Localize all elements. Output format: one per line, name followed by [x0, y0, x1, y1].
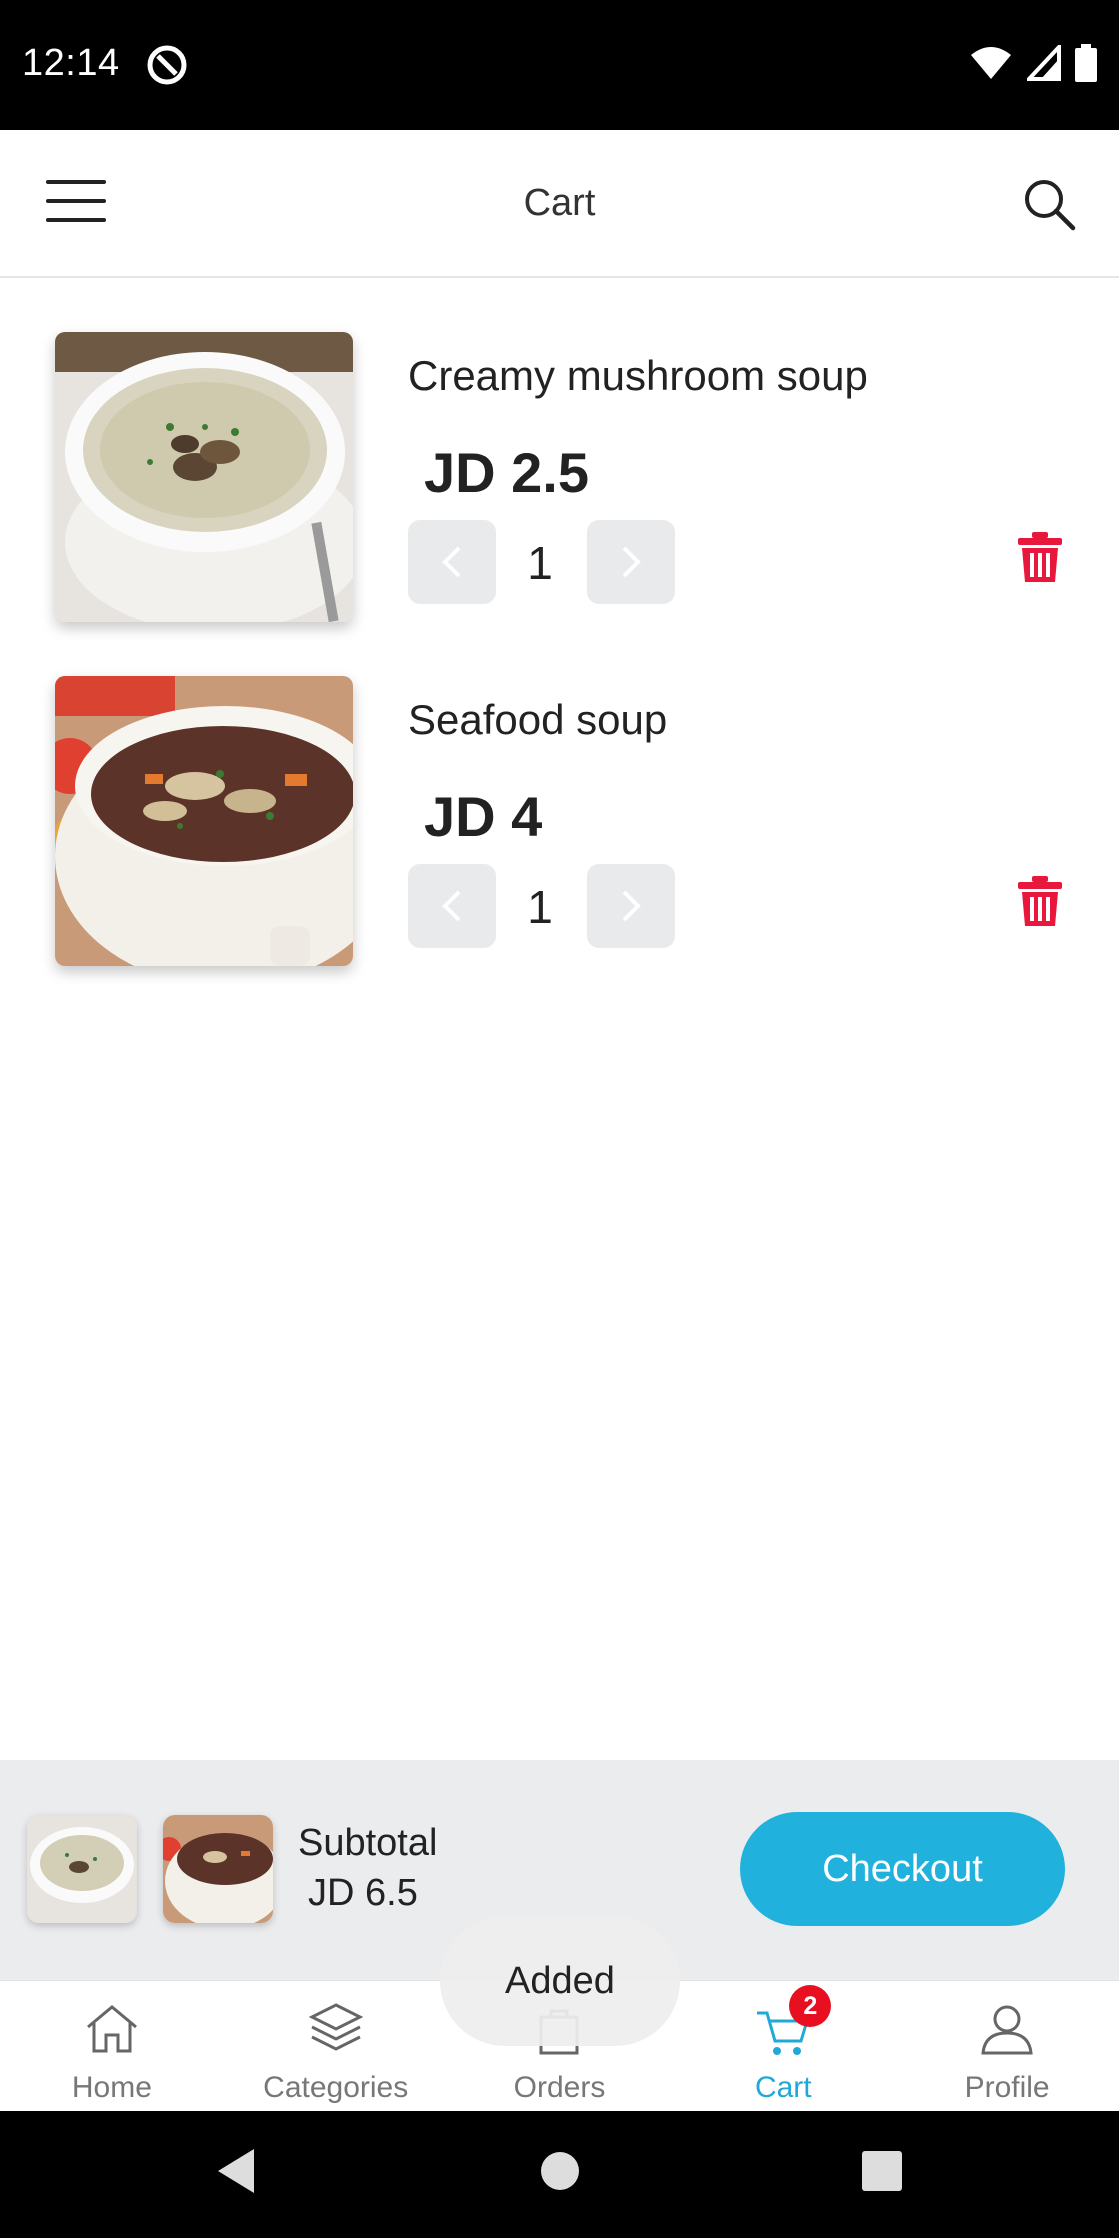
increase-quantity-button[interactable]	[587, 864, 675, 948]
chevron-right-icon	[622, 546, 641, 578]
item-name: Seafood soup	[408, 696, 668, 743]
status-bar: 12:14	[0, 0, 1119, 130]
item-price: JD 4	[424, 785, 543, 848]
at-sign-icon	[147, 45, 187, 85]
chevron-left-icon	[442, 546, 461, 578]
seafood-soup-image	[55, 676, 353, 966]
status-icons	[969, 44, 1097, 82]
home-icon	[86, 2005, 137, 2053]
quantity-value: 1	[527, 881, 553, 933]
nav-item-cart[interactable]: 2 Cart	[671, 1981, 895, 2111]
delete-item-button[interactable]	[1010, 528, 1070, 588]
decrease-quantity-button[interactable]	[408, 520, 496, 604]
nav-label: Cart	[754, 2071, 812, 2104]
subtotal-value: JD 6.5	[308, 1872, 418, 1914]
trash-icon	[1018, 532, 1062, 582]
status-time: 12:14	[22, 42, 120, 84]
home-system-button[interactable]	[530, 2141, 590, 2201]
quantity-value: 1	[527, 537, 553, 589]
search-icon[interactable]	[1021, 176, 1077, 232]
chevron-right-icon	[622, 890, 641, 922]
recents-button[interactable]	[852, 2141, 912, 2201]
item-price: JD 2.5	[424, 441, 589, 504]
chevron-left-icon	[442, 890, 461, 922]
user-icon	[981, 2005, 1033, 2055]
delete-item-button[interactable]	[1010, 872, 1070, 932]
nav-item-home[interactable]: Home	[0, 1981, 224, 2111]
back-button[interactable]	[206, 2141, 266, 2201]
nav-label: Categories	[263, 2071, 409, 2104]
item-name: Creamy mushroom soup	[408, 352, 868, 399]
cart-count-badge: 2	[789, 1985, 832, 2027]
checkout-button[interactable]: Checkout	[740, 1812, 1065, 1926]
page-title: Cart	[523, 182, 596, 224]
top-app-bar: Cart	[0, 130, 1119, 278]
recents-square-icon	[862, 2151, 902, 2191]
nav-label: Orders	[513, 2071, 606, 2104]
mushroom-soup-image	[55, 332, 353, 622]
decrease-quantity-button[interactable]	[408, 864, 496, 948]
nav-label: Home	[71, 2071, 152, 2104]
nav-label: Profile	[964, 2071, 1050, 2104]
increase-quantity-button[interactable]	[587, 520, 675, 604]
seafood-soup-thumbnail	[163, 1815, 273, 1923]
nav-item-categories[interactable]: Categories	[224, 1981, 448, 2111]
added-toast: Added	[440, 1916, 680, 2046]
cell-signal-icon	[1027, 45, 1061, 81]
system-navigation-bar	[0, 2111, 1119, 2238]
cart-item: Creamy mushroom soup JD 2.5 1	[0, 332, 1119, 632]
back-triangle-icon	[218, 2149, 254, 2193]
mushroom-soup-thumbnail	[27, 1815, 137, 1923]
cart-item: Seafood soup JD 4 1	[0, 676, 1119, 976]
layers-icon	[308, 2003, 364, 2051]
battery-icon	[1075, 44, 1097, 82]
wifi-icon	[971, 47, 1011, 79]
trash-icon	[1018, 876, 1062, 926]
home-circle-icon	[541, 2152, 579, 2190]
nav-item-profile[interactable]: Profile	[895, 1981, 1119, 2111]
subtotal-label: Subtotal	[298, 1822, 438, 1864]
